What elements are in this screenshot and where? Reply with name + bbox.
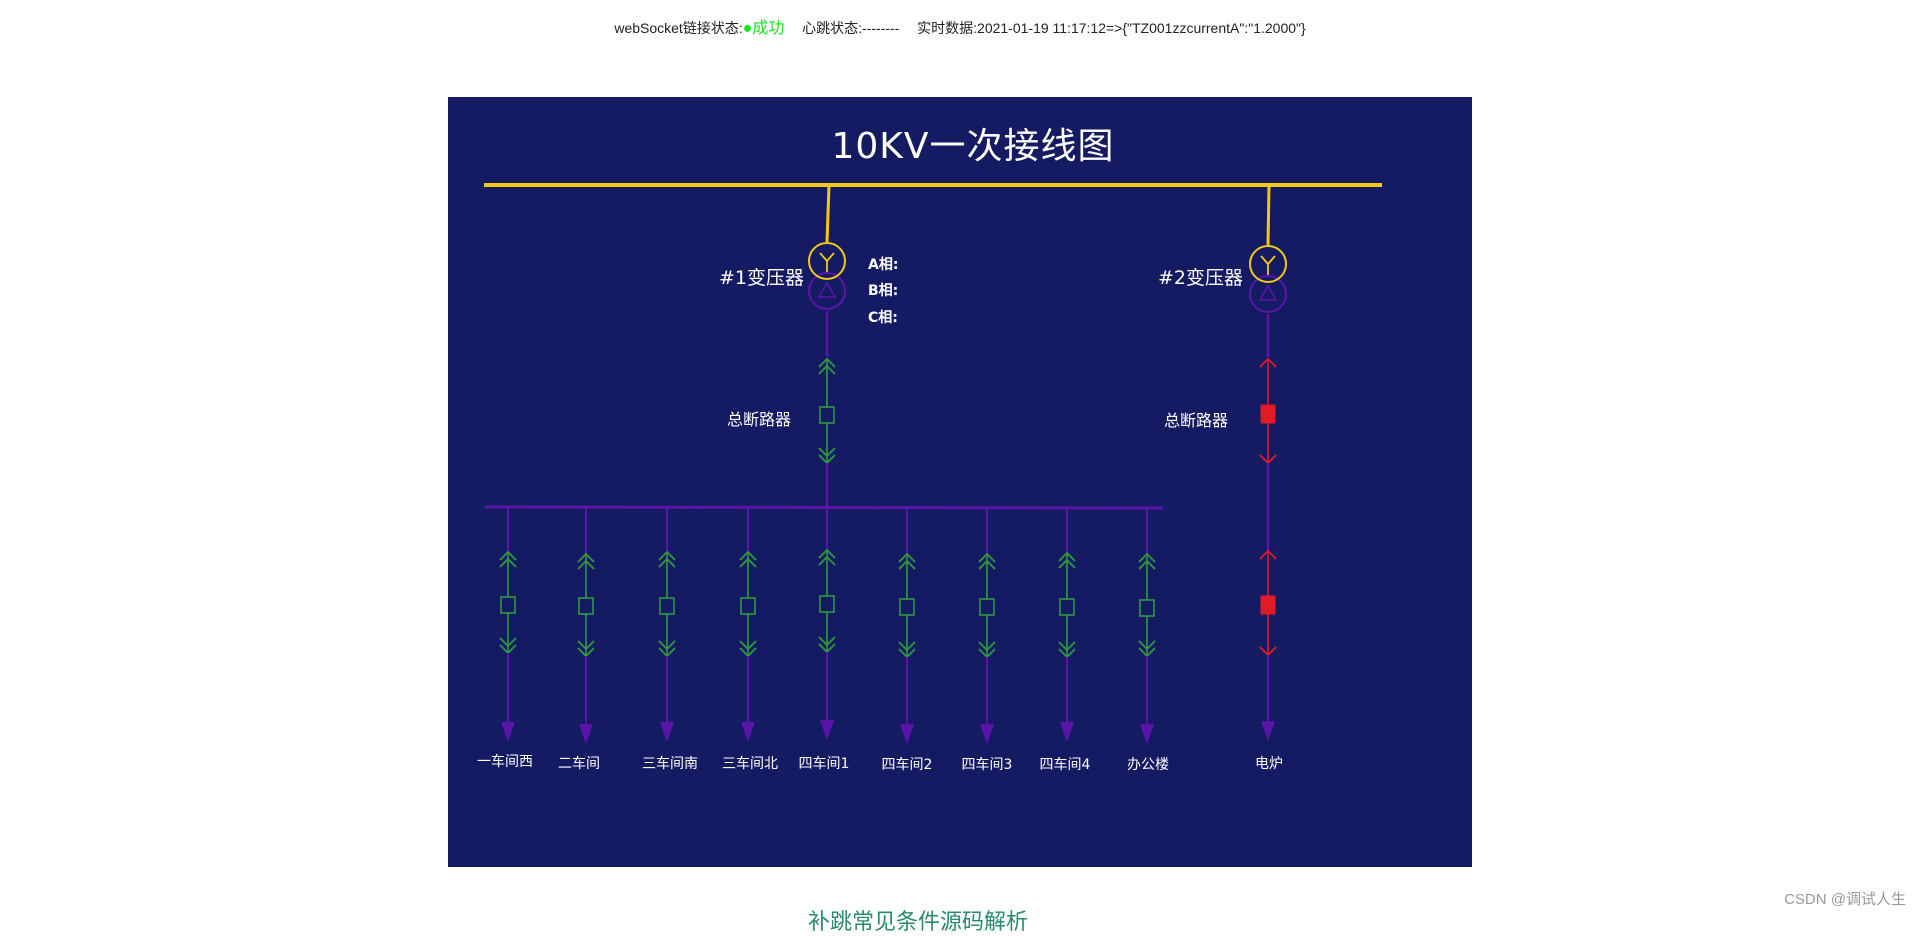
breaker-closed-icon [578,597,594,615]
feeder-label: 办公楼 [1127,757,1169,773]
feeder-label: 四车间2 [881,757,933,773]
breaker-closed-icon [1139,599,1155,617]
feeder-label: 四车间4 [1039,757,1091,773]
arrow-down-icon [660,722,674,742]
phase-b-label: B相: [868,283,899,299]
arrow-down-icon [980,724,994,744]
wiring-diagram [484,183,1382,744]
breaker-closed-icon [659,597,675,615]
arrow-down-icon [1140,724,1154,744]
status-bar: webSocket链接状态:●成功 心跳状态:-------- 实时数据:202… [0,14,1920,38]
feeder-label: 三车间北 [722,756,778,772]
arrow-down-icon [820,720,834,740]
breaker-open-icon [1260,404,1276,424]
feeder-label: 三车间南 [642,756,698,772]
bottom-teaser-text: 补跳常见条件源码解析 [808,910,1029,935]
arrow-down-icon [900,724,914,744]
transformer-1-label: #1变压器 [719,267,805,289]
arrow-down-icon [1060,722,1074,742]
feeder-label: 四车间3 [961,757,1013,773]
diagram-title: 10KV一次接线图 [831,126,1115,167]
feeder-label: 四车间1 [798,756,850,772]
watermark: CSDN @调试人生 [1784,891,1906,908]
breaker-closed-icon [819,595,835,613]
delta-symbol [1258,284,1278,301]
breaker-closed-icon [819,406,835,424]
main-breaker-2-label: 总断路器 [1164,411,1229,430]
wye-symbol [819,252,835,263]
delta-symbol [817,281,837,298]
breaker-open-icon [1260,595,1276,615]
breaker-closed-icon [899,598,915,616]
phase-a-label: A相: [868,257,899,273]
websocket-status-value: ●成功 [742,20,785,37]
transformer-2-label: #2变压器 [1158,267,1244,289]
wiring-diagram-panel: 10KV一次接线图 #1变压器 A相: B相: C相: 总断路器 #2变压器 总… [448,97,1472,867]
feeder-label: 一车间西 [477,754,533,770]
breaker-closed-icon [740,597,756,615]
arrow-down-icon [579,724,593,744]
transformer-1-feed-line [825,184,831,243]
websocket-status-label: webSocket链接状态: [614,20,743,36]
feeder-label: 电炉 [1255,756,1283,772]
heartbeat-status: 心跳状态:-------- [802,20,900,36]
arrow-down-icon [501,722,515,742]
arrow-down-icon [1261,721,1275,741]
breaker-closed-icon [1059,598,1075,616]
transformer-2-feed-line [1266,184,1271,246]
feeder-label: 二车间 [558,756,600,772]
realtime-data-value: 2021-01-19 11:17:12=>{"TZ001zzcurrentA":… [977,20,1306,36]
realtime-data-label: 实时数据: [917,20,978,36]
breaker-closed-icon [500,596,516,614]
phase-c-label: C相: [868,310,898,326]
arrow-down-icon [741,722,755,742]
wye-symbol [1260,255,1276,266]
main-breaker-1-label: 总断路器 [727,410,792,429]
breaker-closed-icon [979,598,995,616]
